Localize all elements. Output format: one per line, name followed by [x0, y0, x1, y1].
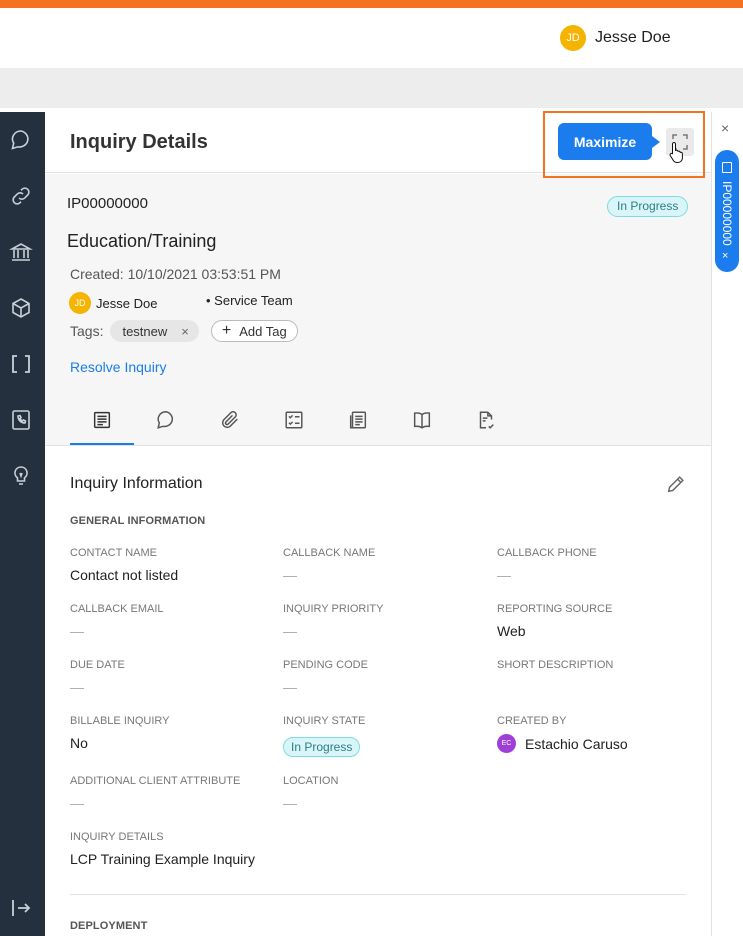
plus-icon: + [221, 322, 232, 339]
tab-comments[interactable] [134, 405, 198, 446]
comment-icon [157, 411, 174, 429]
field-label: REPORTING SOURCE [497, 603, 613, 615]
inquiry-state-badge: In Progress [283, 737, 361, 757]
pending-code-value: — [283, 679, 297, 695]
inquiry-id: IP00000000 [67, 195, 148, 212]
tab-details[interactable] [70, 405, 134, 446]
phone-book-icon[interactable] [9, 408, 33, 432]
reporting-source-value: Web [497, 623, 526, 639]
created-timestamp: Created: 10/10/2021 03:53:51 PM [70, 266, 281, 282]
tag-chip[interactable]: testnew × [110, 320, 199, 342]
general-info-heading: GENERAL INFORMATION [70, 515, 206, 527]
side-tab-label: IP00000000 [720, 180, 734, 246]
tabs-divider [45, 445, 711, 446]
page-title: Inquiry Details [70, 131, 208, 153]
document-icon [722, 162, 732, 173]
checklist-icon [285, 411, 303, 429]
additional-client-attribute-value: — [70, 795, 84, 811]
deployment-heading: DEPLOYMENT [70, 920, 148, 932]
field-label: INQUIRY STATE [283, 715, 366, 727]
due-date-value: — [70, 679, 84, 695]
field-label: BILLABLE INQUIRY [70, 715, 170, 727]
left-sidebar [0, 112, 45, 936]
maximize-tooltip: Maximize [558, 123, 660, 160]
section-divider [70, 894, 686, 895]
exit-icon[interactable] [9, 896, 33, 920]
field-label: INQUIRY DETAILS [70, 831, 164, 843]
field-label: CONTACT NAME [70, 547, 157, 559]
tab-attachments[interactable] [198, 405, 262, 446]
details-icon [93, 411, 111, 429]
tab-checklist[interactable] [262, 405, 326, 446]
user-menu[interactable]: JD Jesse Doe [560, 25, 671, 51]
tag-label: testnew [122, 323, 168, 339]
top-accent-stripe [0, 0, 743, 8]
callback-email-value: — [70, 623, 84, 639]
notes-icon [349, 411, 367, 429]
sub-header-bar [0, 68, 743, 108]
chat-icon[interactable] [9, 128, 33, 152]
bank-icon[interactable] [8, 240, 34, 264]
field-label: INQUIRY PRIORITY [283, 603, 384, 615]
field-label: PENDING CODE [283, 659, 368, 671]
billable-inquiry-value: No [70, 735, 88, 751]
tab-knowledge[interactable] [390, 405, 454, 446]
avatar: JD [560, 25, 586, 51]
add-tag-label: Add Tag [239, 323, 287, 339]
close-icon[interactable]: × [722, 250, 728, 262]
field-label: DUE DATE [70, 659, 125, 671]
field-label: ADDITIONAL CLIENT ATTRIBUTE [70, 775, 241, 787]
tab-notes[interactable] [326, 405, 390, 446]
link-icon[interactable] [9, 184, 33, 208]
avatar: EC [497, 734, 516, 753]
status-badge: In Progress [607, 196, 689, 217]
detail-tabs [70, 405, 711, 446]
inquiry-details-panel: Inquiry Details IP00000000 In Progress E… [45, 112, 711, 936]
brackets-icon[interactable] [9, 352, 33, 376]
user-name: Jesse Doe [595, 29, 671, 46]
assignee[interactable]: JD Jesse Doe [69, 292, 157, 314]
inquiry-priority-value: — [283, 623, 297, 639]
callback-phone-value: — [497, 567, 511, 583]
close-icon[interactable]: × [181, 324, 189, 339]
field-label: CALLBACK NAME [283, 547, 376, 559]
document-icon [479, 411, 494, 429]
field-label: CALLBACK EMAIL [70, 603, 164, 615]
attachment-icon [221, 411, 238, 429]
field-label: CREATED BY [497, 715, 567, 727]
inquiry-details-value: LCP Training Example Inquiry [70, 851, 255, 867]
edit-icon[interactable] [665, 473, 687, 500]
field-label: SHORT DESCRIPTION [497, 659, 614, 671]
close-icon[interactable]: × [721, 120, 729, 136]
add-tag-button[interactable]: + Add Tag [210, 320, 298, 342]
created-by-name: Estachio Caruso [525, 735, 628, 752]
inquiry-title: Education/Training [67, 231, 217, 251]
tags-row: Tags: testnew × + Add Tag [70, 320, 298, 342]
resolve-inquiry-link[interactable]: Resolve Inquiry [70, 359, 167, 375]
cube-icon[interactable] [9, 296, 33, 320]
book-icon [413, 412, 431, 429]
pointer-cursor-icon [669, 140, 685, 169]
tab-documents[interactable] [454, 405, 518, 446]
location-value: — [283, 795, 297, 811]
team-name[interactable]: • Service Team [206, 293, 293, 308]
field-label: LOCATION [283, 775, 339, 787]
assignee-name: Jesse Doe [96, 295, 158, 311]
avatar: JD [69, 292, 91, 314]
top-bar: JD Jesse Doe [0, 8, 743, 68]
tags-label: Tags: [70, 323, 104, 339]
section-title: Inquiry Information [70, 475, 203, 492]
field-label: CALLBACK PHONE [497, 547, 597, 559]
inquiry-side-tab[interactable]: IP00000000 × [715, 150, 739, 272]
lightbulb-icon[interactable] [9, 464, 33, 488]
contact-name-value: Contact not listed [70, 567, 179, 583]
created-by-user: EC Estachio Caruso [497, 734, 628, 753]
callback-name-value: — [283, 567, 297, 583]
